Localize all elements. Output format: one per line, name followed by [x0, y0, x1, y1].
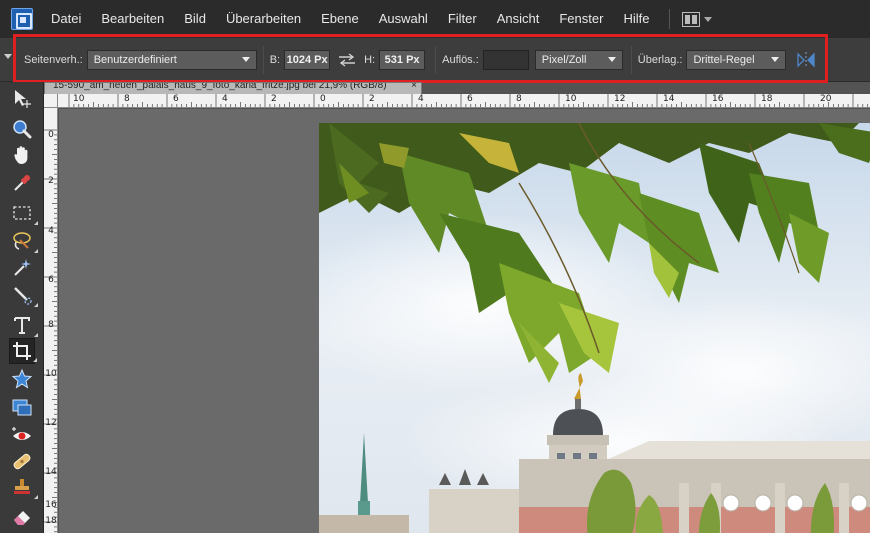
marquee-tool-icon[interactable] — [9, 200, 38, 226]
crop-tool-icon[interactable] — [9, 338, 37, 364]
ruler-label: 16 — [712, 94, 724, 104]
ruler-label: 6 — [48, 275, 54, 285]
menu-fenster[interactable]: Fenster — [549, 0, 613, 38]
tool-group-indicator — [34, 495, 38, 499]
lasso-tool-icon[interactable] — [9, 228, 38, 254]
red-eye-tool-icon[interactable] — [9, 422, 35, 448]
app-logo-icon — [11, 8, 33, 30]
zoom-tool-icon[interactable] — [9, 116, 35, 142]
ruler-label: 8 — [48, 320, 54, 330]
recompose-tool-icon[interactable] — [9, 394, 35, 420]
move-tool-icon[interactable] — [9, 86, 35, 112]
photo-illustration — [319, 123, 870, 533]
ruler-label: 14 — [663, 94, 675, 104]
document-tab-title: 15-590_am_neuen_palais_haus_9_foto_karla… — [53, 82, 387, 91]
close-icon[interactable]: × — [411, 83, 417, 91]
tool-group-indicator — [34, 249, 38, 253]
tool-group-indicator — [33, 358, 37, 362]
ruler-label: 6 — [467, 94, 473, 104]
options-menu-icon[interactable] — [4, 54, 12, 59]
tool-group-indicator — [34, 333, 38, 337]
tool-group-indicator — [34, 221, 38, 225]
photo-image[interactable] — [319, 123, 870, 533]
ruler-label: 0 — [48, 130, 54, 140]
menu-auswahl[interactable]: Auswahl — [369, 0, 438, 38]
ruler-label: 18 — [45, 516, 57, 526]
ruler-label: 4 — [418, 94, 424, 104]
menu-separator — [669, 9, 671, 29]
ruler-label: 10 — [565, 94, 577, 104]
magic-wand-tool-icon[interactable] — [9, 254, 35, 280]
toolbox — [0, 82, 44, 533]
clone-stamp-tool-icon[interactable] — [9, 474, 38, 500]
ruler-label: 14 — [45, 467, 57, 477]
ruler-label: 18 — [761, 94, 773, 104]
document-canvas[interactable] — [59, 109, 870, 533]
cookie-cutter-tool-icon[interactable] — [9, 366, 35, 392]
layout-grid-icon — [682, 11, 701, 27]
ruler-label: 0 — [320, 94, 326, 104]
type-tool-icon[interactable] — [9, 312, 38, 338]
chevron-down-icon — [704, 16, 713, 22]
ruler-label: 4 — [48, 226, 54, 236]
ruler-label: 10 — [73, 94, 85, 104]
menu-ansicht[interactable]: Ansicht — [487, 0, 550, 38]
menu-bild[interactable]: Bild — [174, 0, 216, 38]
ruler-label: 8 — [516, 94, 522, 104]
layout-button[interactable] — [678, 7, 716, 31]
vertical-ruler: 0 2 4 6 8 10 12 14 16 18 — [44, 108, 58, 533]
quick-selection-tool-icon[interactable] — [9, 282, 38, 308]
ruler-origin[interactable] — [44, 94, 58, 108]
ruler-label: 4 — [222, 94, 228, 104]
ruler-label: 2 — [271, 94, 277, 104]
eraser-tool-icon[interactable] — [9, 504, 35, 530]
menu-hilfe[interactable]: Hilfe — [613, 0, 659, 38]
healing-brush-tool-icon[interactable] — [9, 448, 35, 474]
document-tab[interactable]: 15-590_am_neuen_palais_haus_9_foto_karla… — [44, 82, 422, 94]
ruler-label: 16 — [45, 500, 57, 510]
menu-filter[interactable]: Filter — [438, 0, 487, 38]
menu-datei[interactable]: Datei — [41, 0, 91, 38]
hand-tool-icon[interactable] — [9, 142, 35, 168]
horizontal-ruler: 10 8 6 4 2 0 2 4 6 8 10 12 14 16 18 20 — [58, 94, 870, 108]
ruler-label: 6 — [173, 94, 179, 104]
menu-ebene[interactable]: Ebene — [311, 0, 369, 38]
ruler-label: 20 — [820, 94, 832, 104]
menu-bar: Datei Bearbeiten Bild Überarbeiten Ebene… — [0, 0, 870, 38]
ruler-label: 12 — [45, 418, 57, 428]
eyedropper-tool-icon[interactable] — [9, 170, 35, 196]
tool-group-indicator — [34, 303, 38, 307]
highlight-annotation — [13, 34, 828, 83]
ruler-label: 2 — [48, 176, 54, 186]
ruler-label: 12 — [614, 94, 626, 104]
ruler-label: 8 — [124, 94, 130, 104]
horizontal-ruler-ticks — [68, 94, 869, 107]
ruler-label: 2 — [369, 94, 375, 104]
menu-bearbeiten[interactable]: Bearbeiten — [91, 0, 174, 38]
ruler-label: 10 — [45, 369, 57, 379]
menu-ueberarbeiten[interactable]: Überarbeiten — [216, 0, 311, 38]
